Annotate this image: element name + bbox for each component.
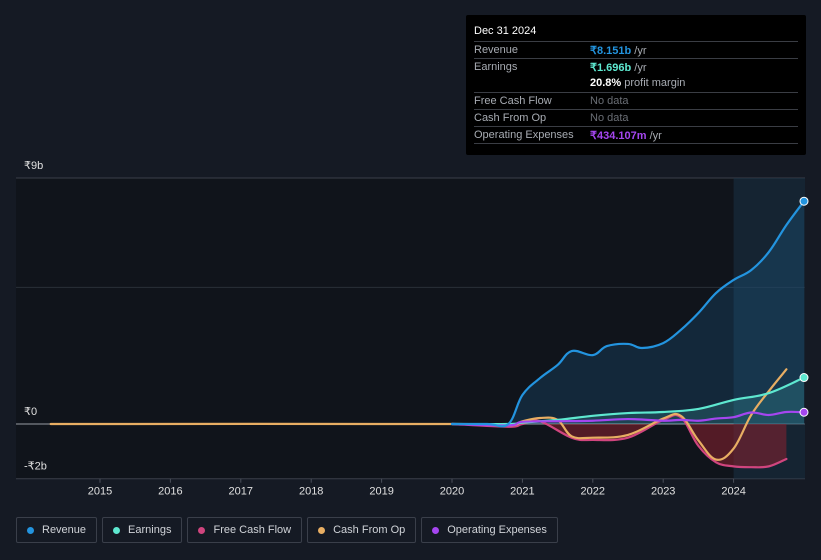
tooltip-row-label: Revenue	[474, 44, 519, 56]
legend-dot-icon	[27, 526, 34, 534]
legend-dot-icon	[198, 526, 206, 534]
legend-item-cash-from-op[interactable]: Cash From Op	[307, 517, 417, 543]
tooltip-row: Free Cash Flow No data	[474, 92, 798, 110]
tooltip-row-label: Free Cash Flow	[474, 95, 552, 107]
tooltip-row-label: Earnings	[474, 61, 518, 73]
tooltip-row-value: ₹434.107m /yr	[590, 130, 662, 142]
legend-label: Free Cash Flow	[213, 524, 292, 536]
legend-label: Cash From Op	[333, 524, 406, 536]
tooltip-row-value: No data	[590, 112, 629, 124]
x-tick-label: 2016	[158, 486, 182, 498]
tooltip-row-label: Operating Expenses	[474, 129, 574, 141]
tooltip-row-value: 20.8% profit margin	[590, 77, 686, 89]
x-tick-label: 2018	[299, 486, 323, 498]
operating-expenses-end-marker	[799, 407, 809, 417]
y-tick-label: ₹0	[24, 406, 37, 418]
tooltip-row: 20.8% profit margin	[474, 75, 798, 92]
tooltip-row-label: Cash From Op	[474, 112, 547, 124]
legend-label: Earnings	[128, 524, 172, 536]
legend-dot-icon	[318, 526, 326, 534]
tooltip-row: Cash From Op No data	[474, 109, 798, 127]
tooltip-row-value: ₹8.151b /yr	[590, 45, 647, 57]
tooltip-divider	[474, 143, 798, 144]
x-axis: 2015 2016 2017 2018 2019 2020 2021 2022 2023 2024	[88, 478, 746, 498]
x-tick-label: 2021	[510, 486, 534, 498]
legend-item-free-cash-flow[interactable]: Free Cash Flow	[187, 517, 303, 543]
tooltip-row: Revenue ₹8.151b /yr	[474, 41, 798, 59]
legend-dot-icon	[432, 526, 440, 534]
earnings-end-marker	[799, 373, 809, 383]
legend-label: Operating Expenses	[447, 524, 547, 536]
tooltip-row: Earnings ₹1.696b /yr	[474, 58, 798, 76]
y-tick-label: -₹2b	[24, 461, 47, 473]
legend-item-revenue[interactable]: Revenue	[16, 517, 98, 543]
legend-item-earnings[interactable]: Earnings	[102, 517, 183, 543]
x-tick-label: 2015	[88, 486, 112, 498]
legend: Revenue Earnings Free Cash Flow Cash From O…	[16, 517, 558, 543]
tooltip-row-value: ₹1.696b /yr	[590, 62, 647, 74]
x-tick-label: 2022	[581, 486, 605, 498]
legend-label: Revenue	[42, 524, 87, 536]
x-tick-label: 2020	[440, 486, 464, 498]
legend-dot-icon	[113, 526, 121, 534]
revenue-end-marker	[799, 196, 809, 206]
tooltip-row-value: No data	[590, 95, 629, 107]
x-tick-label: 2017	[229, 486, 253, 498]
x-tick-label: 2019	[369, 486, 393, 498]
x-tick-label: 2023	[651, 486, 675, 498]
legend-item-operating-expenses[interactable]: Operating Expenses	[421, 517, 558, 543]
x-tick-label: 2024	[721, 486, 745, 498]
tooltip-row: Operating Expenses ₹434.107m /yr	[474, 126, 798, 144]
y-tick-label: ₹9b	[24, 160, 43, 172]
tooltip: Dec 31 2024 Revenue ₹8.151b /yr Earnings ₹1…	[466, 15, 806, 155]
tooltip-date: Dec 31 2024	[474, 25, 537, 37]
